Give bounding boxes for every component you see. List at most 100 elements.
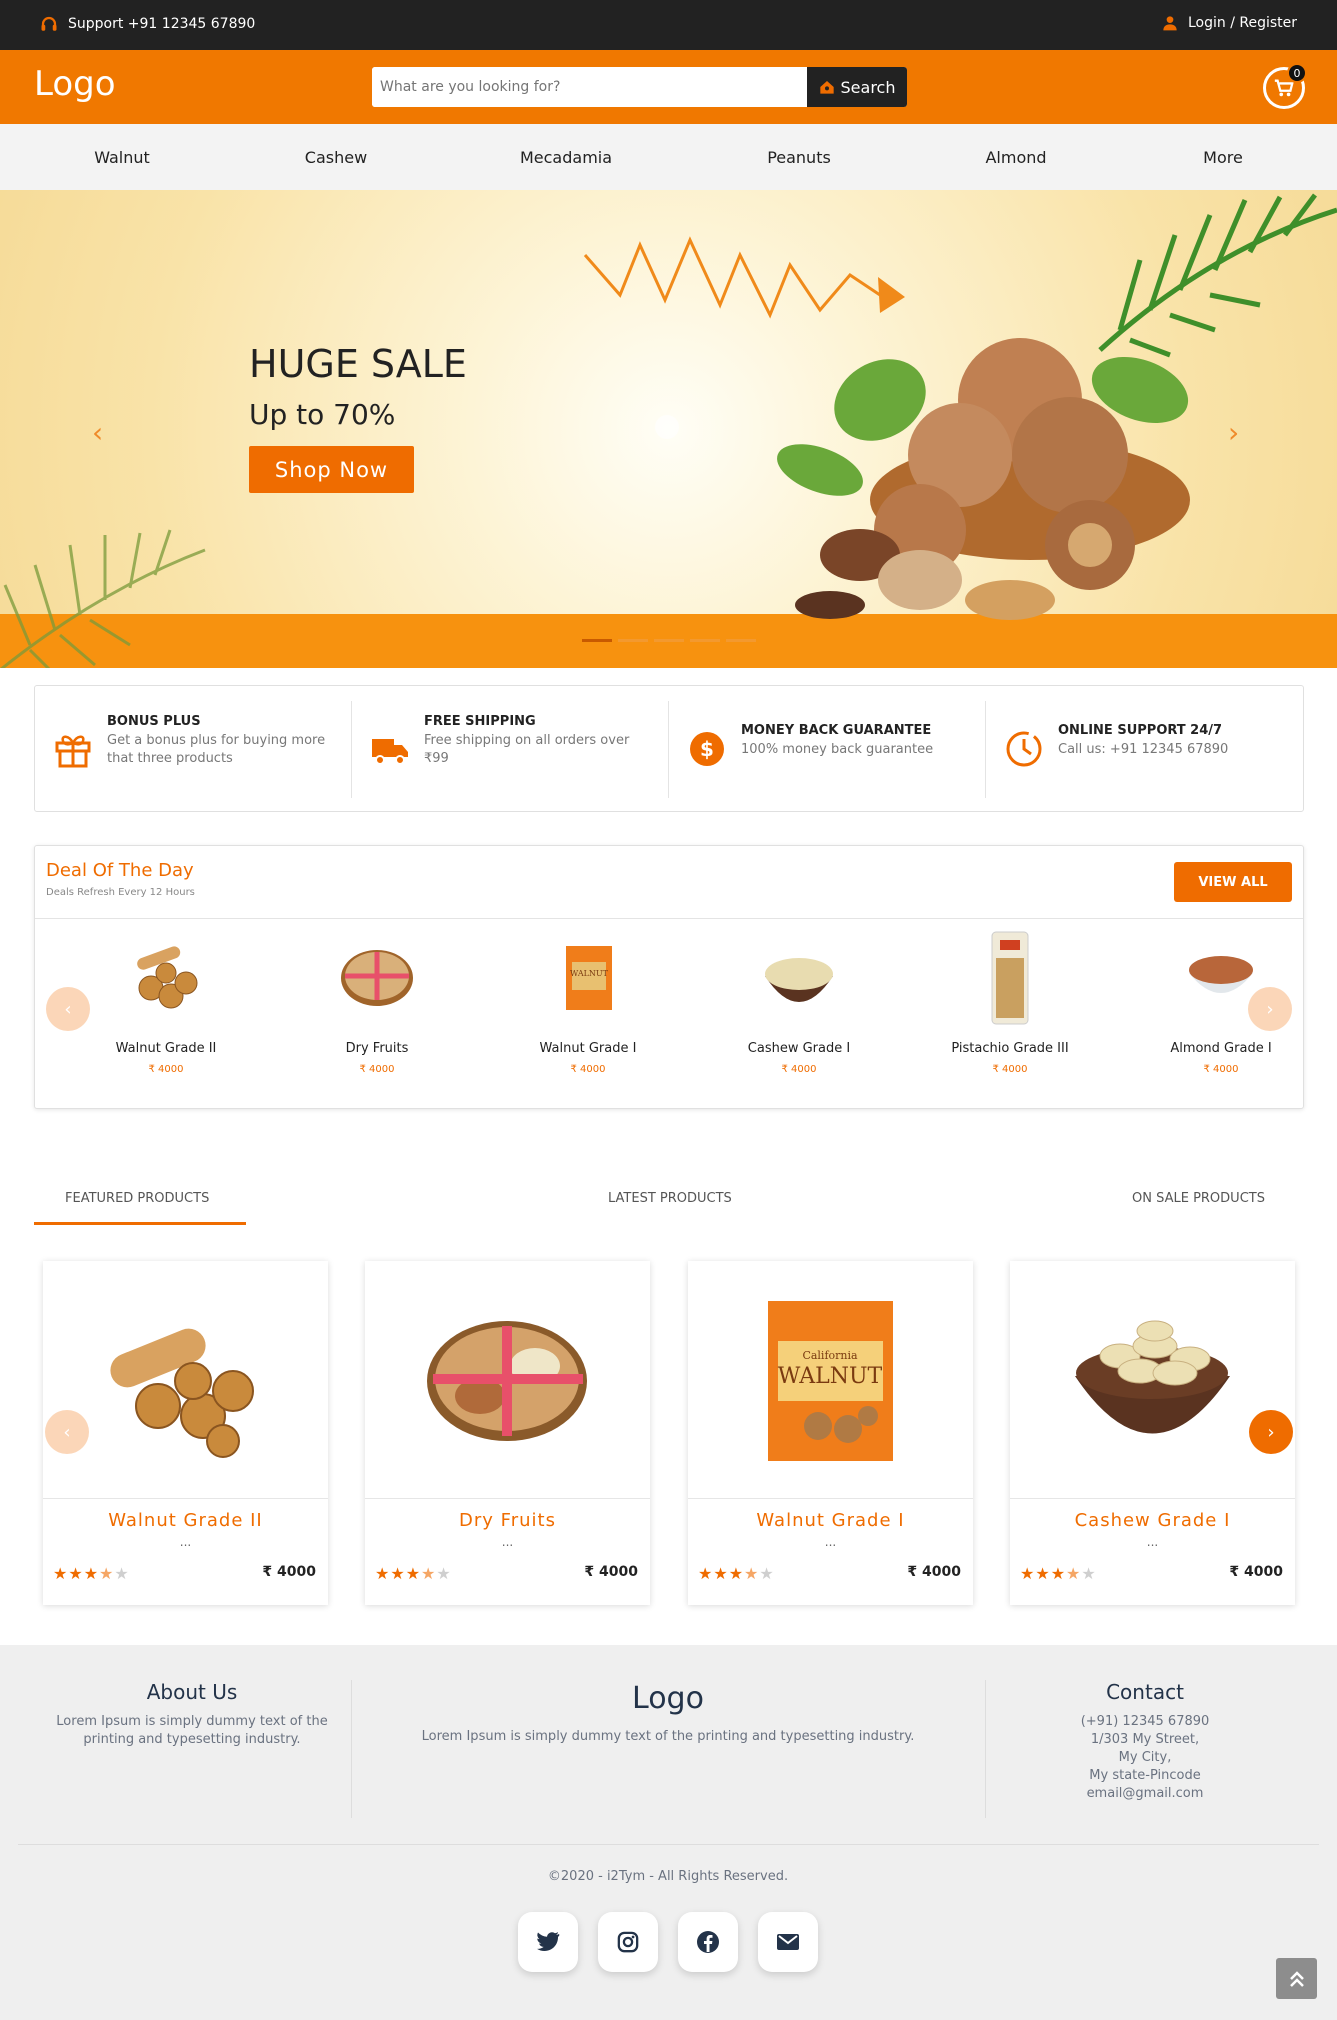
product-name[interactable]: Dry Fruits xyxy=(365,1510,650,1531)
facebook-button[interactable] xyxy=(678,1912,738,1972)
instagram-button[interactable] xyxy=(598,1912,658,1972)
instagram-icon xyxy=(617,1931,639,1953)
site-logo[interactable]: Logo xyxy=(34,64,116,104)
rating-stars: ★★★★★ xyxy=(1020,1564,1097,1583)
product-name[interactable]: Walnut Grade I xyxy=(688,1510,973,1531)
header: Logo Search xyxy=(0,50,1337,124)
feature-money-back: $ MONEY BACK GUARANTEE 100% money back g… xyxy=(669,701,986,798)
dry-fruits-basket-image xyxy=(427,1321,587,1441)
walnut-box-image: California WALNUT xyxy=(768,1301,893,1461)
dry-fruits-image xyxy=(341,950,413,1006)
slider-dot[interactable] xyxy=(654,639,684,642)
deal-item-name: Walnut Grade II xyxy=(115,1041,217,1056)
deal-item-price: ₹ 4000 xyxy=(1203,1064,1239,1075)
nav-item-peanuts[interactable]: Peanuts xyxy=(767,148,831,167)
deal-item-name: Walnut Grade I xyxy=(539,1041,637,1056)
slider-dot[interactable] xyxy=(618,639,648,642)
tab-featured-products[interactable]: FEATURED PRODUCTS xyxy=(65,1191,209,1206)
nav-item-cashew[interactable]: Cashew xyxy=(305,148,367,167)
product-price: ₹ 4000 xyxy=(907,1564,961,1580)
features-strip: BONUS PLUS Get a bonus plus for buying m… xyxy=(34,685,1304,812)
chevron-right-icon: › xyxy=(1266,998,1274,1020)
nav-item-walnut[interactable]: Walnut xyxy=(94,148,150,167)
deal-item-price: ₹ 4000 xyxy=(148,1064,184,1075)
divider xyxy=(351,1680,352,1818)
deal-title: Deal Of The Day xyxy=(46,860,194,881)
divider xyxy=(18,1844,1319,1845)
slider-dot[interactable] xyxy=(726,639,756,642)
product-name[interactable]: Walnut Grade II xyxy=(43,1510,328,1531)
cart-count-badge: 0 xyxy=(1287,63,1307,83)
hero-title: HUGE SALE xyxy=(249,342,467,386)
chevron-left-icon: ‹ xyxy=(63,1421,71,1443)
chevron-left-icon: ‹ xyxy=(64,998,72,1020)
truck-icon xyxy=(372,739,408,765)
scroll-to-top-button[interactable] xyxy=(1276,1958,1317,1999)
contact-phone: (+91) 12345 67890 xyxy=(1080,1714,1210,1729)
deal-item-name: Pistachio Grade III xyxy=(951,1041,1069,1056)
feature-title: FREE SHIPPING xyxy=(424,714,536,729)
walnuts-product-image xyxy=(777,338,1190,620)
search-input[interactable] xyxy=(372,67,807,107)
deal-prev-button[interactable]: ‹ xyxy=(46,987,90,1031)
product-desc: ... xyxy=(824,1535,837,1549)
login-register-link[interactable]: Login / Register xyxy=(1162,15,1297,31)
rating-stars: ★★★★★ xyxy=(375,1564,452,1583)
deal-item-name: Almond Grade I xyxy=(1170,1041,1272,1056)
nav-item-more[interactable]: More xyxy=(1203,148,1243,167)
rating-stars: ★★★★★ xyxy=(53,1564,130,1583)
tab-latest-products[interactable]: LATEST PRODUCTS xyxy=(608,1191,732,1206)
mail-button[interactable] xyxy=(758,1912,818,1972)
twitter-icon xyxy=(537,1932,560,1952)
search-button-label: Search xyxy=(840,77,896,97)
slider-dot[interactable] xyxy=(582,639,612,642)
deal-item-price: ₹ 4000 xyxy=(781,1064,817,1075)
support-info: Support +91 12345 67890 xyxy=(40,15,255,33)
product-card[interactable]: California WALNUT Walnut Grade I ... ★★★★… xyxy=(688,1261,973,1605)
chevron-right-icon: › xyxy=(1267,1421,1275,1443)
deal-next-button[interactable]: › xyxy=(1248,987,1292,1031)
feature-desc: Call us: +91 12345 67890 xyxy=(1058,742,1229,757)
mail-icon xyxy=(777,1934,799,1950)
search-house-icon xyxy=(819,81,834,94)
product-name[interactable]: Cashew Grade I xyxy=(1010,1510,1295,1531)
hero-next-arrow-icon[interactable]: › xyxy=(1228,416,1239,449)
product-price: ₹ 4000 xyxy=(1229,1564,1283,1580)
top-bar: Support +91 12345 67890 Login / Register xyxy=(0,0,1337,50)
walnut-grade-ii-image xyxy=(137,946,198,1009)
category-nav: Walnut Cashew Mecadamia Peanuts Almond M… xyxy=(0,124,1337,190)
products-next-button[interactable]: › xyxy=(1249,1410,1293,1454)
contact-street: 1/303 My Street, xyxy=(1090,1732,1200,1747)
contact-state: My state-Pincode xyxy=(1089,1768,1201,1783)
slider-dot[interactable] xyxy=(690,639,720,642)
slider-dots xyxy=(582,639,756,642)
deal-item-price: ₹ 4000 xyxy=(359,1064,395,1075)
contact-city: My City, xyxy=(1118,1750,1172,1765)
box-label-line1: California xyxy=(802,1349,858,1362)
shop-now-button[interactable]: Shop Now xyxy=(249,446,414,493)
view-all-button[interactable]: VIEW ALL xyxy=(1174,862,1292,902)
nav-item-mecadamia[interactable]: Mecadamia xyxy=(520,148,612,167)
tab-on-sale-products[interactable]: ON SALE PRODUCTS xyxy=(1132,1191,1265,1206)
login-text: Login / Register xyxy=(1187,15,1297,31)
walnut-box-image: WALNUT xyxy=(566,946,612,1010)
product-card[interactable]: Dry Fruits ... ★★★★★ ₹ 4000 xyxy=(365,1261,650,1605)
deal-item-name: Dry Fruits xyxy=(345,1041,409,1056)
product-image-area xyxy=(43,1261,328,1499)
product-image-area: California WALNUT xyxy=(688,1261,973,1499)
hero-prev-arrow-icon[interactable]: ‹ xyxy=(92,416,103,449)
divider xyxy=(35,918,1303,919)
footer-logo[interactable]: Logo xyxy=(368,1681,968,1716)
nav-item-almond[interactable]: Almond xyxy=(985,148,1046,167)
deal-item-price: ₹ 4000 xyxy=(570,1064,606,1075)
about-text: Lorem Ipsum is simply dummy text of the … xyxy=(56,1714,328,1747)
box-label-line2: WALNUT xyxy=(778,1364,883,1389)
products-prev-button[interactable]: ‹ xyxy=(45,1410,89,1454)
product-price: ₹ 4000 xyxy=(262,1564,316,1580)
support-text: Support +91 12345 67890 xyxy=(68,16,256,32)
twitter-button[interactable] xyxy=(518,1912,578,1972)
deal-item-name: Cashew Grade I xyxy=(747,1041,851,1056)
search-button[interactable]: Search xyxy=(807,67,907,107)
feature-bonus-plus: BONUS PLUS Get a bonus plus for buying m… xyxy=(35,701,352,798)
contact-email[interactable]: email@gmail.com xyxy=(1000,1785,1290,1803)
